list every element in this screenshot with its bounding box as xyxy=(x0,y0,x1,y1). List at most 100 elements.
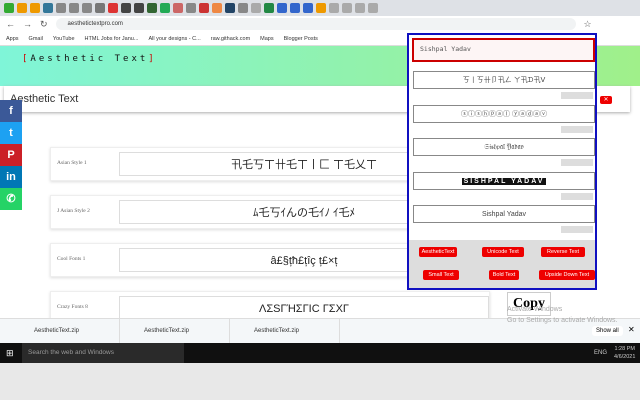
url-field[interactable]: aesthetictextpro.com xyxy=(55,18,576,30)
browser-tab[interactable] xyxy=(56,3,66,13)
download-filename: AestheticText.zip xyxy=(144,328,190,334)
reload-icon[interactable]: ↻ xyxy=(40,19,48,30)
download-item[interactable]: AestheticText.zip xyxy=(230,319,340,344)
close-icon[interactable]: ✕ xyxy=(628,325,635,334)
windows-watermark: Activate Windows Go to Settings to activa… xyxy=(507,304,618,326)
star-icon[interactable]: ☆ xyxy=(584,19,592,30)
browser-tab[interactable] xyxy=(147,3,157,13)
styled-output-text: 𝔖𝔦𝔰𝔥𝔭𝔞𝔩 𝔜𝔞𝔡𝔞𝔳 xyxy=(484,144,524,151)
style-label: Crazy Fonts 8 xyxy=(57,304,88,310)
facebook-share-button[interactable]: f xyxy=(0,100,22,122)
copy-button[interactable] xyxy=(561,192,593,200)
watermark-line: Go to Settings to activate Windows. xyxy=(507,317,618,324)
bookmark-item[interactable]: Apps xyxy=(6,36,19,42)
styled-output[interactable]: Sishpal Yadav xyxy=(413,205,595,223)
bookmark-item[interactable]: All your designs - C... xyxy=(148,36,200,42)
browser-tab[interactable] xyxy=(303,3,313,13)
browser-tab[interactable] xyxy=(264,3,274,13)
watermark-line: Activate Windows xyxy=(507,306,563,313)
copy-button[interactable] xyxy=(561,226,593,233)
style-label: J Asian Style 2 xyxy=(57,208,90,214)
styled-output-text: ⓢⓘⓢⓗⓟⓐⓛ ⓨⓐⓓⓐⓥ xyxy=(461,110,547,118)
extension-popup: Sishpal Yadav ㄎ丨ㄎ卄卩卂ㄥ ㄚ卂ᗪ卂ᐯ ⓢⓘⓢⓗⓟⓐⓛ ⓨⓐⓓⓐⓥ… xyxy=(407,33,597,290)
style-output[interactable]: ΛΣSΓΉΣΓIC ΓΣXΓ xyxy=(119,296,489,318)
linkedin-share-button[interactable]: in xyxy=(0,166,22,188)
browser-tab[interactable] xyxy=(82,3,92,13)
bold-text-button[interactable]: Bold Text xyxy=(489,270,519,280)
browser-tab[interactable] xyxy=(160,3,170,13)
browser-tab[interactable] xyxy=(4,3,14,13)
logo-bracket: ] xyxy=(148,54,157,64)
copy-button[interactable] xyxy=(561,159,593,166)
taskbar: ⊞ Search the web and Windows ENG 1:28 PM… xyxy=(0,343,640,363)
address-bar-row: ← → ↻ aesthetictextpro.com ☆ xyxy=(0,16,640,32)
styled-output-text: SISHPAL YADAV xyxy=(461,177,547,185)
browser-tab[interactable] xyxy=(121,3,131,13)
date: 4/6/2021 xyxy=(614,354,636,360)
browser-tab[interactable] xyxy=(199,3,209,13)
download-filename: AestheticText.zip xyxy=(34,328,80,334)
style-buttons: AestheticText Unicode Text Reverse Text Sma… xyxy=(409,240,595,288)
back-icon[interactable]: ← xyxy=(6,19,15,29)
copy-button[interactable] xyxy=(561,92,593,99)
aesthetictext-button[interactable]: AestheticText xyxy=(419,247,457,257)
download-item[interactable]: AestheticText.zip xyxy=(10,319,120,344)
browser-tab[interactable] xyxy=(342,3,352,13)
taskbar-search[interactable]: Search the web and Windows xyxy=(22,343,184,363)
clear-icon[interactable]: ✕ xyxy=(600,96,612,104)
copy-button[interactable] xyxy=(561,125,593,133)
logo-text: Aesthetic Text xyxy=(30,54,149,64)
bookmark-item[interactable]: YouTube xyxy=(53,36,75,42)
windows-start-icon[interactable]: ⊞ xyxy=(6,348,14,359)
tab-strip[interactable] xyxy=(0,0,640,16)
bookmark-item[interactable]: Maps xyxy=(260,36,273,42)
unicode-text-button[interactable]: Unicode Text xyxy=(482,247,524,257)
forward-icon[interactable]: → xyxy=(23,19,32,29)
browser-tab[interactable] xyxy=(277,3,287,13)
download-item[interactable]: AestheticText.zip xyxy=(120,319,230,344)
browser-tab[interactable] xyxy=(30,3,40,13)
style-card: Crazy Fonts 8 ΛΣSΓΉΣΓIC ΓΣXΓ xyxy=(50,291,490,318)
download-filename: AestheticText.zip xyxy=(254,328,300,334)
desktop-background xyxy=(0,363,640,400)
browser-tab[interactable] xyxy=(17,3,27,13)
bookmark-item[interactable]: raw.githack.com xyxy=(211,36,250,42)
styled-output[interactable]: ㄎ丨ㄎ卄卩卂ㄥ ㄚ卂ᗪ卂ᐯ xyxy=(413,71,595,89)
bookmark-item[interactable]: Gmail xyxy=(29,36,43,42)
text-input[interactable]: Sishpal Yadav xyxy=(412,38,595,62)
styled-output[interactable]: SISHPAL YADAV xyxy=(413,171,595,190)
browser-tab[interactable] xyxy=(238,3,248,13)
styled-output[interactable]: 𝔖𝔦𝔰𝔥𝔭𝔞𝔩 𝔜𝔞𝔡𝔞𝔳 xyxy=(413,138,595,156)
twitter-share-button[interactable]: t xyxy=(0,122,22,144)
browser-tab[interactable] xyxy=(290,3,300,13)
bookmark-item[interactable]: HTML Jobs for Janu... xyxy=(85,36,139,42)
show-all-button[interactable]: Show all xyxy=(592,326,623,336)
browser-tab[interactable] xyxy=(251,3,261,13)
site-logo[interactable]: [Aesthetic Text] xyxy=(22,54,157,64)
browser-tab[interactable] xyxy=(355,3,365,13)
reverse-text-button[interactable]: Reverse Text xyxy=(541,247,585,257)
browser-tab[interactable] xyxy=(173,3,183,13)
whatsapp-share-button[interactable]: ✆ xyxy=(0,188,22,210)
language-indicator[interactable]: ENG xyxy=(594,350,607,356)
browser-tab[interactable] xyxy=(95,3,105,13)
browser-tab[interactable] xyxy=(43,3,53,13)
upside-down-text-button[interactable]: Upside Down Text xyxy=(539,270,595,280)
browser-tab[interactable] xyxy=(225,3,235,13)
browser-tab[interactable] xyxy=(212,3,222,13)
browser-tab[interactable] xyxy=(368,3,378,13)
styled-output-text: Sishpal Yadav xyxy=(481,211,527,218)
browser-tab[interactable] xyxy=(134,3,144,13)
pinterest-share-button[interactable]: P xyxy=(0,144,22,166)
time: 1:28 PM xyxy=(614,346,635,352)
browser-tab[interactable] xyxy=(316,3,326,13)
browser-tab[interactable] xyxy=(186,3,196,13)
browser-tab[interactable] xyxy=(329,3,339,13)
clock[interactable]: 1:28 PM 4/6/2021 xyxy=(614,345,635,361)
styled-output[interactable]: ⓢⓘⓢⓗⓟⓐⓛ ⓨⓐⓓⓐⓥ xyxy=(413,104,595,123)
browser-tab[interactable] xyxy=(108,3,118,13)
bookmark-item[interactable]: Blogger Posts xyxy=(284,36,318,42)
style-label: Asian Style 1 xyxy=(57,160,87,166)
small-text-button[interactable]: Small Text xyxy=(423,270,459,280)
browser-tab[interactable] xyxy=(69,3,79,13)
